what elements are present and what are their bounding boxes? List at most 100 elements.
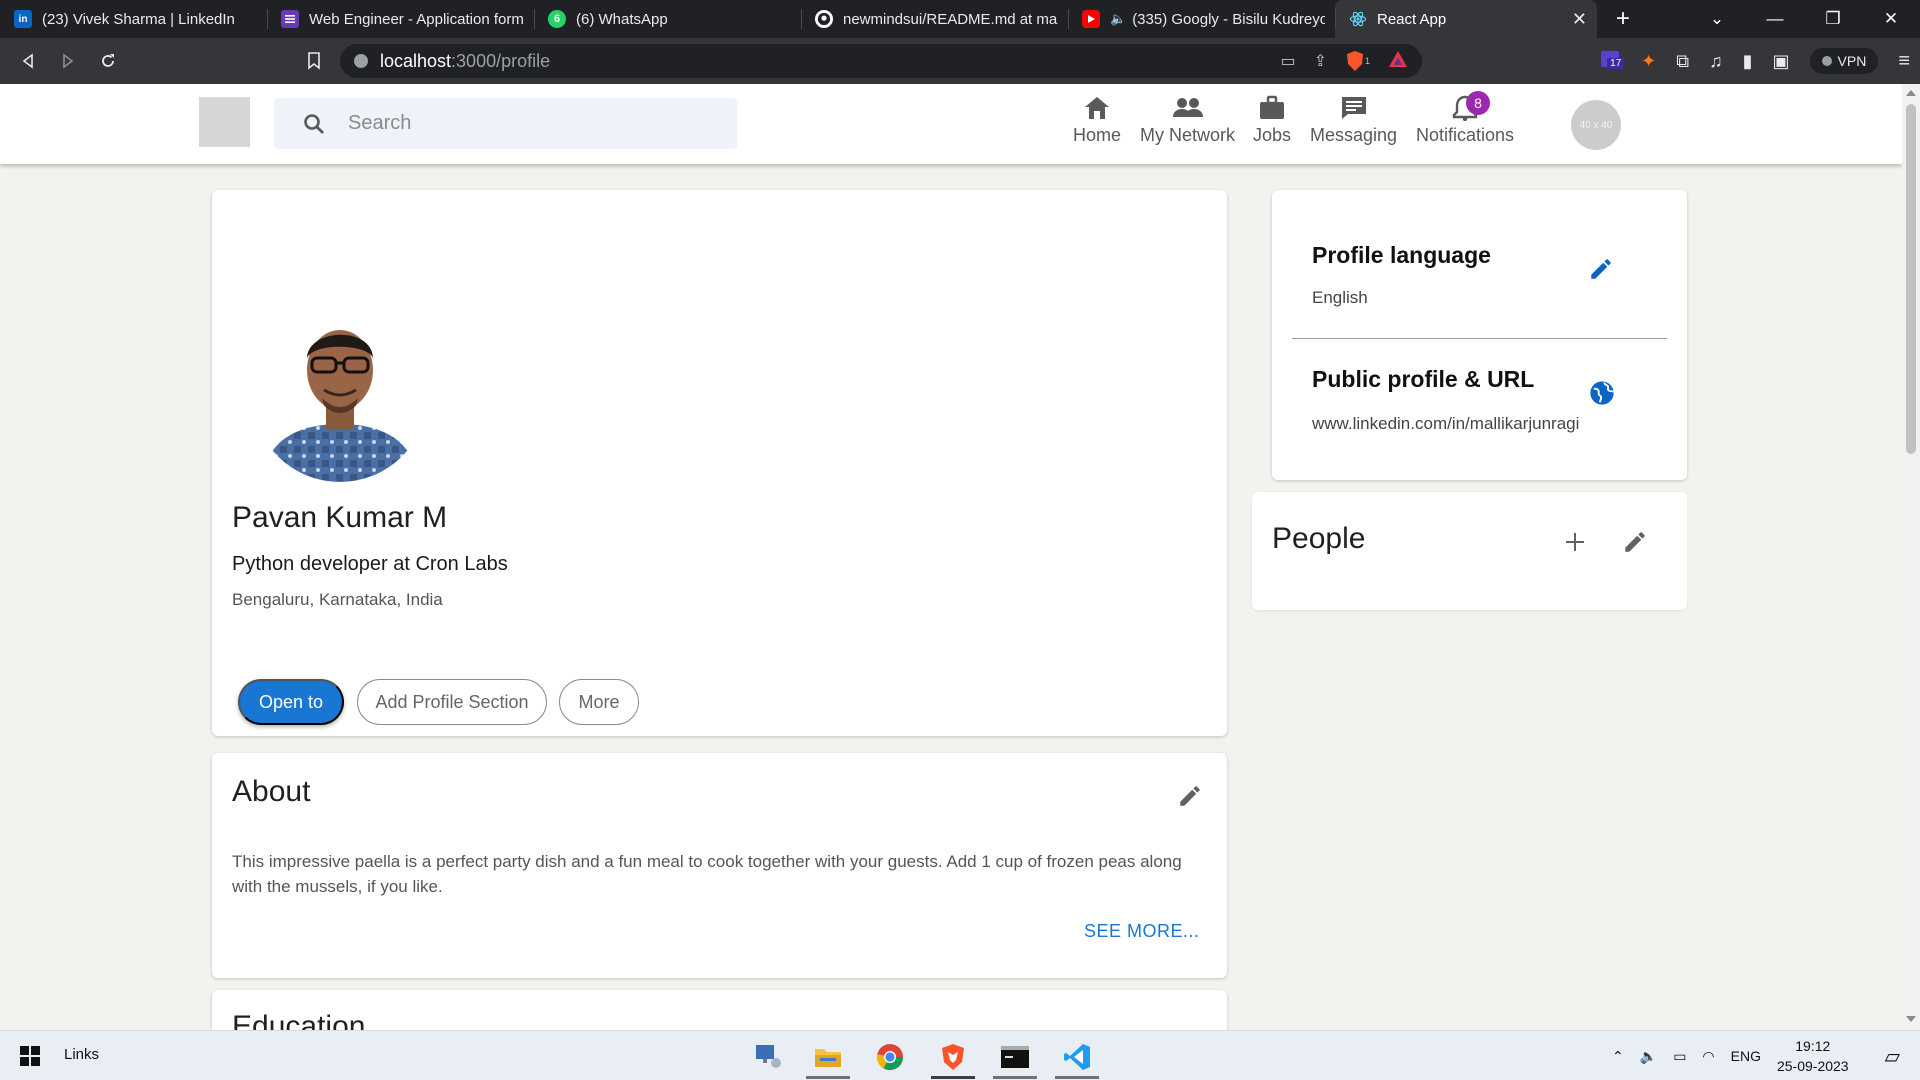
- add-profile-section-button[interactable]: Add Profile Section: [357, 679, 547, 725]
- profile-name: Pavan Kumar M: [232, 501, 448, 534]
- add-people-button[interactable]: [1563, 530, 1587, 559]
- reload-button[interactable]: [88, 41, 128, 81]
- browser-tab-youtube[interactable]: 🔈 (335) Googly - Bisilu Kudreyo: [1068, 0, 1335, 38]
- cast-icon[interactable]: ▭: [1280, 51, 1295, 71]
- education-card: Education: [212, 990, 1227, 1030]
- vpn-button[interactable]: VPN: [1809, 48, 1879, 74]
- browser-tab-forms[interactable]: Web Engineer - Application form: [267, 0, 534, 38]
- terminal-icon: [1001, 1046, 1029, 1068]
- menu-icon[interactable]: ≡: [1898, 50, 1910, 73]
- nav-label: Jobs: [1253, 125, 1292, 145]
- extension-fox-icon[interactable]: ✦: [1641, 51, 1656, 72]
- people-icon: [1172, 98, 1203, 117]
- avatar[interactable]: 40 x 40: [1571, 100, 1621, 150]
- taskbar-chrome[interactable]: [865, 1035, 915, 1079]
- minimize-button[interactable]: —: [1746, 0, 1804, 38]
- close-window-button[interactable]: ✕: [1862, 0, 1920, 38]
- edit-people-button[interactable]: [1622, 529, 1648, 560]
- browser-tab-whatsapp[interactable]: 6 (6) WhatsApp: [534, 0, 801, 38]
- nav-jobs[interactable]: Jobs: [1253, 95, 1291, 146]
- tab-search-icon[interactable]: ⌄: [1688, 0, 1746, 38]
- nav-home[interactable]: Home: [1073, 95, 1121, 146]
- forward-icon: [63, 53, 74, 69]
- profile-photo[interactable]: [252, 306, 428, 482]
- bookmark-button[interactable]: [294, 41, 334, 81]
- notifications-icon[interactable]: ▱: [1885, 1044, 1900, 1069]
- profile-headline: Python developer at Cron Labs: [232, 553, 508, 575]
- taskbar-terminal[interactable]: [990, 1035, 1040, 1079]
- nav-messaging[interactable]: Messaging: [1310, 95, 1397, 146]
- media-controls-icon[interactable]: ♫: [1709, 51, 1723, 72]
- scrollbar-thumb[interactable]: [1906, 104, 1916, 454]
- folder-icon: [815, 1049, 841, 1067]
- public-profile-url[interactable]: www.linkedin.com/in/mallikarjunragi: [1312, 414, 1579, 434]
- wallet-icon[interactable]: ▣: [1773, 51, 1790, 72]
- pencil-icon: [1180, 786, 1200, 806]
- brave-shields-icon[interactable]: 1: [1345, 50, 1370, 72]
- about-card: About This impressive paella is a perfec…: [212, 753, 1227, 978]
- taskbar-brave[interactable]: [928, 1035, 978, 1079]
- forward-button[interactable]: [48, 41, 88, 81]
- nav-label: My Network: [1140, 125, 1236, 145]
- search-input[interactable]: [348, 112, 708, 135]
- share-icon[interactable]: ⇪: [1314, 51, 1327, 71]
- extension-calendar-icon[interactable]: 17: [1599, 48, 1625, 75]
- start-button[interactable]: [20, 1046, 40, 1071]
- browser-tab-react-app[interactable]: React App ✕: [1335, 0, 1597, 38]
- clock[interactable]: 19:12 25-09-2023: [1777, 1036, 1849, 1076]
- tab-title: (335) Googly - Bisilu Kudreyo: [1132, 10, 1325, 28]
- nav-label: Home: [1073, 125, 1122, 145]
- search-icon: [304, 113, 324, 134]
- restore-button[interactable]: ❐: [1804, 0, 1862, 38]
- open-to-button[interactable]: Open to: [238, 679, 344, 725]
- plus-icon: [1566, 533, 1584, 551]
- search-bar[interactable]: [274, 98, 737, 149]
- wifi-icon[interactable]: ◠: [1702, 1048, 1714, 1065]
- address-bar[interactable]: localhost:3000/profile ▭ ⇪ 1: [340, 44, 1422, 78]
- vpn-icon: [1821, 56, 1832, 66]
- back-button[interactable]: [8, 41, 48, 81]
- new-tab-button[interactable]: +: [1597, 0, 1649, 38]
- people-card: People: [1252, 492, 1687, 610]
- scroll-up-arrow[interactable]: [1906, 90, 1916, 96]
- see-more-link[interactable]: SEE MORE...: [1084, 921, 1200, 942]
- system-tray: ⌃ 🔈 ▭ ◠ ENG 19:12 25-09-2023 ▱: [1612, 1031, 1900, 1080]
- nav-notifications[interactable]: 8 Notifications: [1416, 91, 1515, 146]
- close-tab-icon[interactable]: ✕: [1572, 9, 1587, 30]
- divider: [1292, 338, 1667, 339]
- extensions-puzzle-icon[interactable]: ⧉: [1676, 51, 1689, 72]
- page-scrollbar[interactable]: [1902, 84, 1920, 1030]
- brave-rewards-icon[interactable]: [1388, 50, 1408, 73]
- more-button[interactable]: More: [559, 679, 639, 725]
- profile-card: Pavan Kumar M Python developer at Cron L…: [212, 190, 1227, 736]
- edit-about-button[interactable]: [1177, 783, 1203, 814]
- nav-my-network[interactable]: My Network: [1140, 95, 1235, 146]
- scroll-down-arrow[interactable]: [1906, 1016, 1916, 1022]
- speaker-icon[interactable]: 🔈: [1110, 11, 1126, 27]
- edit-language-button[interactable]: [1588, 256, 1614, 287]
- logo[interactable]: [199, 97, 250, 147]
- edit-url-button[interactable]: [1588, 379, 1616, 412]
- volume-icon[interactable]: 🔈: [1640, 1048, 1657, 1065]
- taskbar-file-explorer[interactable]: [803, 1035, 853, 1079]
- battery-icon[interactable]: ▭: [1673, 1048, 1686, 1065]
- section-title: People: [1272, 522, 1366, 555]
- back-icon: [22, 53, 33, 69]
- sidebar-toggle-icon[interactable]: ▮: [1743, 51, 1753, 72]
- url-text[interactable]: localhost:3000/profile: [380, 51, 550, 72]
- chevron-up-icon[interactable]: ⌃: [1612, 1048, 1624, 1065]
- links-toolbar[interactable]: Links: [64, 1046, 99, 1063]
- browser-tab-linkedin[interactable]: in (23) Vivek Sharma | LinkedIn: [0, 0, 267, 38]
- nav-label: Notifications: [1416, 125, 1515, 145]
- taskbar-remote-desktop[interactable]: [744, 1035, 794, 1079]
- browser-tab-github[interactable]: newmindsui/README.md at mas: [801, 0, 1068, 38]
- chat-icon: [1341, 97, 1366, 119]
- pencil-icon: [1591, 259, 1611, 279]
- taskbar-vscode[interactable]: [1052, 1035, 1102, 1079]
- reload-icon: [102, 54, 114, 67]
- site-info-icon[interactable]: [354, 54, 368, 68]
- tab-title: React App: [1377, 10, 1447, 28]
- input-language[interactable]: ENG: [1731, 1048, 1761, 1064]
- clock-date: 25-09-2023: [1776, 1058, 1849, 1074]
- chrome-icon: [876, 1044, 903, 1070]
